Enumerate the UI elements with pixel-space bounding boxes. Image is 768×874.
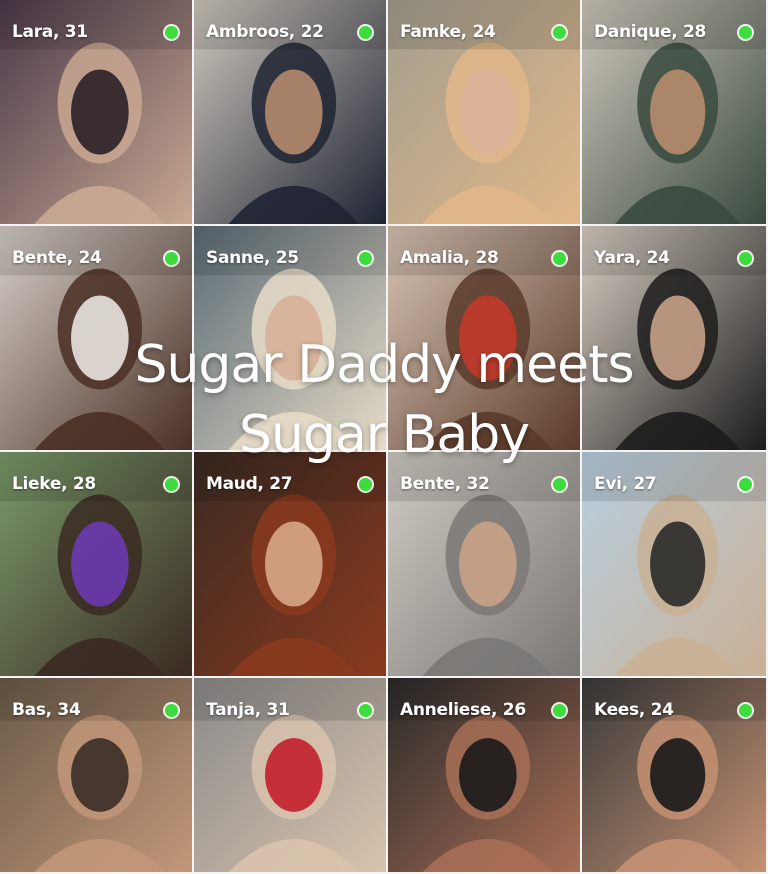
headline-overlay: Sugar Daddy meets Sugar Baby bbox=[0, 330, 768, 470]
profile-card[interactable]: Kees, 24 bbox=[582, 678, 768, 874]
profile-name-age: Lieke, 28 bbox=[12, 474, 96, 494]
online-status-icon bbox=[359, 26, 372, 39]
profile-card[interactable]: Danique, 28 bbox=[582, 0, 768, 226]
online-status-icon bbox=[165, 478, 178, 491]
profile-name-age: Anneliese, 26 bbox=[400, 700, 526, 720]
profile-name-age: Danique, 28 bbox=[594, 22, 707, 42]
profile-name-age: Bente, 24 bbox=[12, 248, 102, 268]
profile-name-age: Kees, 24 bbox=[594, 700, 674, 720]
profile-name-age: Bente, 32 bbox=[400, 474, 490, 494]
profile-name-age: Bas, 34 bbox=[12, 700, 81, 720]
online-status-icon bbox=[359, 252, 372, 265]
online-status-icon bbox=[739, 252, 752, 265]
profile-name-age: Evi, 27 bbox=[594, 474, 657, 494]
online-status-icon bbox=[553, 26, 566, 39]
profile-name-age: Famke, 24 bbox=[400, 22, 496, 42]
online-status-icon bbox=[359, 704, 372, 717]
online-status-icon bbox=[165, 252, 178, 265]
profile-name-age: Maud, 27 bbox=[206, 474, 293, 494]
profile-card[interactable]: Bas, 34 bbox=[0, 678, 194, 874]
headline-line-2: Sugar Baby bbox=[238, 405, 530, 465]
profile-name-age: Lara, 31 bbox=[12, 22, 88, 42]
online-status-icon bbox=[739, 478, 752, 491]
profile-name-age: Ambroos, 22 bbox=[206, 22, 324, 42]
online-status-icon bbox=[739, 704, 752, 717]
online-status-icon bbox=[359, 478, 372, 491]
profile-card[interactable]: Tanja, 31 bbox=[194, 678, 388, 874]
profile-card[interactable]: Lieke, 28 bbox=[0, 452, 194, 678]
profile-card[interactable]: Ambroos, 22 bbox=[194, 0, 388, 226]
online-status-icon bbox=[553, 478, 566, 491]
online-status-icon bbox=[165, 704, 178, 717]
online-status-icon bbox=[739, 26, 752, 39]
online-status-icon bbox=[553, 704, 566, 717]
profile-card[interactable]: Lara, 31 bbox=[0, 0, 194, 226]
profile-card[interactable]: Maud, 27 bbox=[194, 452, 388, 678]
profile-card[interactable]: Famke, 24 bbox=[388, 0, 582, 226]
profile-card[interactable]: Anneliese, 26 bbox=[388, 678, 582, 874]
profile-name-age: Tanja, 31 bbox=[206, 700, 290, 720]
profile-name-age: Amalia, 28 bbox=[400, 248, 499, 268]
profile-card[interactable]: Evi, 27 bbox=[582, 452, 768, 678]
online-status-icon bbox=[165, 26, 178, 39]
online-status-icon bbox=[553, 252, 566, 265]
profile-card[interactable]: Bente, 32 bbox=[388, 452, 582, 678]
profile-name-age: Sanne, 25 bbox=[206, 248, 299, 268]
profile-name-age: Yara, 24 bbox=[594, 248, 670, 268]
headline-line-1: Sugar Daddy meets bbox=[134, 335, 634, 395]
